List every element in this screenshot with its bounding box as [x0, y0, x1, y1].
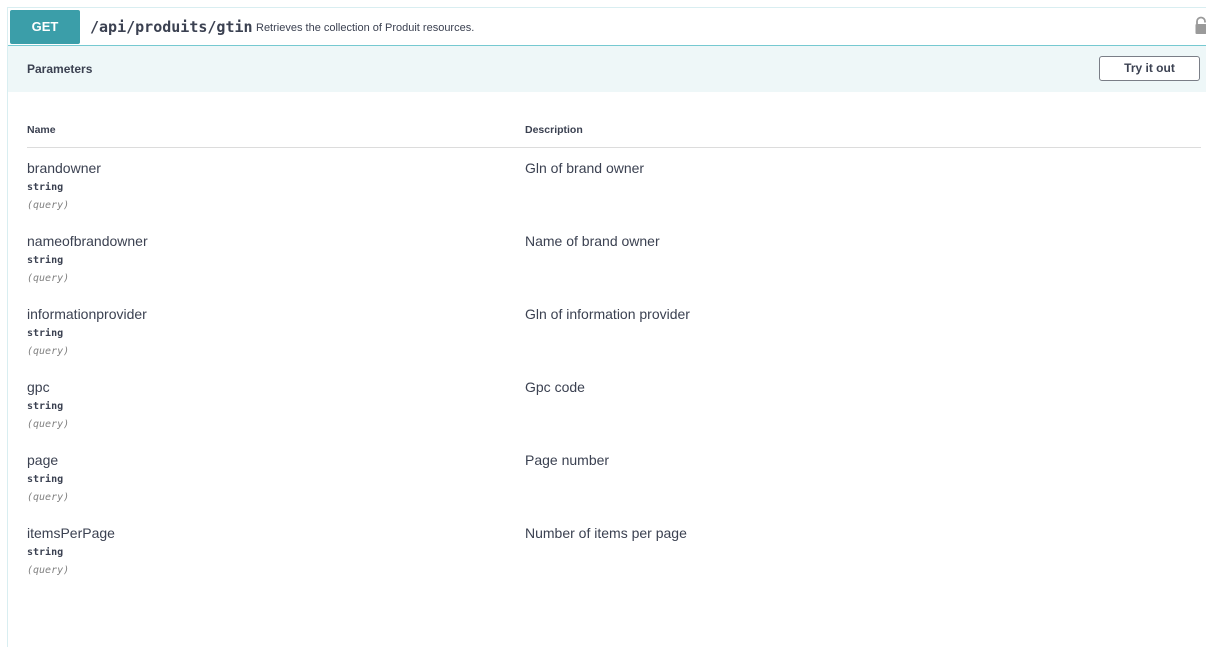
parameter-location: (query)	[27, 491, 69, 505]
parameter-description: Gln of information provider	[525, 305, 690, 323]
parameter-row: page string (query) Page number	[8, 451, 1206, 523]
parameter-name: itemsPerPage	[27, 524, 115, 542]
http-method-badge: GET	[10, 10, 80, 44]
parameter-description: Name of brand owner	[525, 232, 660, 250]
parameter-row: gpc string (query) Gpc code	[8, 378, 1206, 450]
parameter-name: informationprovider	[27, 305, 147, 323]
lock-icon[interactable]	[1193, 16, 1206, 36]
parameter-type: string	[27, 327, 63, 341]
parameter-location: (query)	[27, 345, 69, 359]
parameter-description: Gln of brand owner	[525, 159, 644, 177]
operation-summary-text: Retrieves the collection of Produit reso…	[256, 20, 474, 36]
parameter-description: Number of items per page	[525, 524, 687, 542]
parameter-description: Gpc code	[525, 378, 585, 396]
parameter-name: page	[27, 451, 58, 469]
operation-path: /api/produits/gtin	[90, 17, 253, 37]
parameter-row: itemsPerPage string (query) Number of it…	[8, 524, 1206, 596]
parameter-row: brandowner string (query) Gln of brand o…	[8, 159, 1206, 231]
operation-block: GET /api/produits/gtin Retrieves the col…	[7, 7, 1206, 647]
parameter-location: (query)	[27, 199, 69, 213]
parameter-row: informationprovider string (query) Gln o…	[8, 305, 1206, 377]
parameter-name: gpc	[27, 378, 50, 396]
parameter-type: string	[27, 546, 63, 560]
parameters-header: Parameters Try it out	[8, 46, 1206, 92]
try-it-out-button[interactable]: Try it out	[1099, 56, 1200, 81]
parameter-type: string	[27, 400, 63, 414]
parameter-location: (query)	[27, 418, 69, 432]
column-header-description: Description	[525, 123, 583, 137]
header-divider	[27, 147, 1201, 148]
column-header-name: Name	[27, 123, 56, 137]
parameter-name: nameofbrandowner	[27, 232, 148, 250]
operation-summary[interactable]: GET /api/produits/gtin Retrieves the col…	[8, 8, 1206, 46]
parameter-name: brandowner	[27, 159, 101, 177]
parameter-type: string	[27, 254, 63, 268]
parameter-type: string	[27, 181, 63, 195]
parameters-title: Parameters	[27, 61, 92, 77]
parameter-location: (query)	[27, 272, 69, 286]
parameter-type: string	[27, 473, 63, 487]
parameter-row: nameofbrandowner string (query) Name of …	[8, 232, 1206, 304]
parameter-location: (query)	[27, 564, 69, 578]
parameter-description: Page number	[525, 451, 609, 469]
